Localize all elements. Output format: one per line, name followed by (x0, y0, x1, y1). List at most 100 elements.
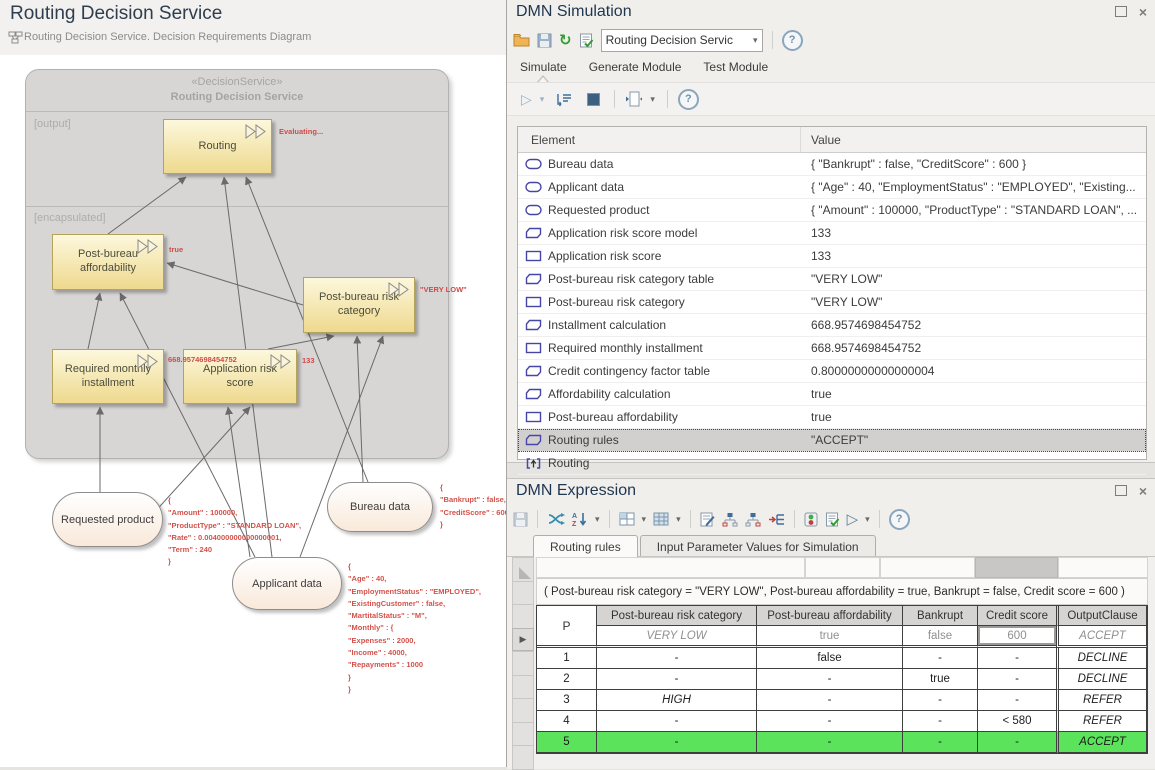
rule-output-cell[interactable]: DECLINE (1056, 648, 1147, 669)
run-simulation-button[interactable]: ▷ (521, 90, 532, 108)
run-expression-button[interactable]: ▷ (847, 510, 859, 528)
run-options-caret[interactable]: ▾ (540, 94, 545, 105)
sort-icon[interactable]: AZ (572, 510, 588, 528)
float-window-button[interactable] (1115, 485, 1127, 496)
rule-input-cell[interactable]: - (903, 648, 978, 669)
add-output-node-icon[interactable] (745, 510, 761, 528)
table-row[interactable]: Affordability calculationtrue (518, 383, 1146, 406)
hit-policy-cell[interactable]: P (537, 606, 597, 648)
rule-input-cell[interactable]: - (597, 732, 757, 753)
column-element[interactable]: Element (518, 127, 801, 152)
rule-input-cell[interactable]: < 580 (978, 711, 1056, 732)
column-header[interactable]: Credit score (978, 606, 1056, 626)
node-required-monthly-installment[interactable]: Required monthly installment (52, 349, 164, 404)
rule-input-cell[interactable]: - (978, 669, 1056, 690)
invocation-context[interactable]: ( Post-bureau risk category = "VERY LOW"… (536, 578, 1148, 605)
rule-output-cell[interactable]: ACCEPT (1056, 732, 1147, 753)
tab-test-module[interactable]: Test Module (703, 60, 768, 74)
table-row[interactable]: Bureau data{ "Bankrupt" : false, "Credit… (518, 153, 1146, 176)
rule-input-cell[interactable]: - (978, 732, 1056, 753)
table-row[interactable]: Applicant data{ "Age" : 40, "EmploymentS… (518, 176, 1146, 199)
row-header-cell[interactable] (512, 651, 534, 676)
tab-generate-module[interactable]: Generate Module (589, 60, 682, 74)
close-icon[interactable]: × (1139, 486, 1147, 496)
help-icon[interactable]: ? (678, 89, 699, 110)
current-output-cell[interactable]: ACCEPT (1056, 626, 1147, 648)
rule-input-cell[interactable]: - (757, 690, 903, 711)
run-expression-caret[interactable]: ▾ (865, 514, 870, 525)
current-value-cell[interactable]: VERY LOW (597, 626, 757, 648)
column-header-output[interactable]: OutputClause (1056, 606, 1147, 626)
row-header-cell[interactable] (512, 698, 534, 723)
rule-output-cell[interactable]: REFER (1056, 690, 1147, 711)
node-post-bureau-affordability[interactable]: Post-bureau affordability (52, 234, 164, 290)
refresh-icon[interactable]: ↻ (559, 31, 572, 49)
rule-number-cell[interactable]: 1 (537, 648, 597, 669)
rule-input-cell[interactable]: - (903, 711, 978, 732)
stop-icon[interactable] (587, 93, 600, 106)
validation-status-icon[interactable] (804, 510, 818, 528)
rule-number-cell[interactable]: 2 (537, 669, 597, 690)
node-requested-product[interactable]: Requested product (52, 492, 163, 547)
node-bureau-data[interactable]: Bureau data (327, 482, 433, 532)
select-all-corner[interactable] (512, 557, 534, 582)
grid-options-caret[interactable]: ▾ (676, 514, 681, 525)
column-value[interactable]: Value (801, 133, 841, 147)
table-row[interactable]: Post-bureau risk category"VERY LOW" (518, 291, 1146, 314)
table-row[interactable]: Routing (518, 452, 1146, 475)
table-row[interactable]: Post-bureau affordabilitytrue (518, 406, 1146, 429)
row-header-cell[interactable] (512, 581, 534, 606)
current-value-cell[interactable]: false (903, 626, 978, 648)
row-header-cell[interactable] (512, 722, 534, 747)
rule-input-cell[interactable]: - (597, 669, 757, 690)
table-layout-caret[interactable]: ▾ (642, 514, 647, 525)
row-header-cell[interactable] (512, 604, 534, 629)
rule-number-cell[interactable]: 5 (537, 732, 597, 753)
merge-expression-icon[interactable] (768, 510, 785, 528)
rule-output-cell[interactable]: DECLINE (1056, 669, 1147, 690)
swap-inputs-icon[interactable] (547, 510, 565, 528)
rule-input-cell[interactable]: - (903, 732, 978, 753)
rule-input-cell[interactable]: - (978, 690, 1056, 711)
table-row[interactable]: Application risk score model133 (518, 222, 1146, 245)
save-icon[interactable] (513, 510, 528, 528)
current-value-cell-selected[interactable]: 600 (978, 626, 1056, 648)
column-header-cell[interactable] (880, 557, 975, 578)
table-row[interactable]: Credit contingency factor table0.8000000… (518, 360, 1146, 383)
rule-input-cell[interactable]: - (597, 711, 757, 732)
validate-icon[interactable] (579, 31, 594, 49)
table-row[interactable]: Post-bureau risk category table"VERY LOW… (518, 268, 1146, 291)
rule-input-cell[interactable]: false (757, 648, 903, 669)
validate-expression-icon[interactable] (825, 510, 840, 528)
decision-service-select[interactable]: Routing Decision Servic ▾ (601, 29, 763, 52)
tab-simulate[interactable]: Simulate (520, 60, 567, 74)
node-post-bureau-risk-category[interactable]: Post-bureau risk category (303, 277, 415, 333)
rule-input-cell[interactable]: true (903, 669, 978, 690)
rule-input-cell[interactable]: - (757, 669, 903, 690)
table-row[interactable]: Requested product{ "Amount" : 100000, "P… (518, 199, 1146, 222)
table-row[interactable]: Application risk score133 (518, 245, 1146, 268)
column-header-cell[interactable] (536, 557, 805, 578)
rule-input-cell[interactable]: - (978, 648, 1056, 669)
rule-input-cell[interactable]: - (757, 732, 903, 753)
table-row[interactable]: Routing rules"ACCEPT" (518, 429, 1146, 452)
column-header[interactable]: Post-bureau affordability (757, 606, 903, 626)
current-value-cell[interactable]: true (757, 626, 903, 648)
diagram-canvas[interactable]: «DecisionService» Routing Decision Servi… (0, 55, 506, 767)
open-folder-icon[interactable] (513, 31, 530, 49)
close-icon[interactable]: × (1139, 7, 1147, 17)
tab-input-parameter-values[interactable]: Input Parameter Values for Simulation (640, 535, 876, 557)
column-header-cell[interactable] (805, 557, 880, 578)
add-input-node-icon[interactable] (722, 510, 738, 528)
sort-options-caret[interactable]: ▾ (595, 514, 600, 525)
column-header[interactable]: Bankrupt (903, 606, 978, 626)
tab-routing-rules[interactable]: Routing rules (533, 535, 638, 557)
column-header[interactable]: Post-bureau risk category (597, 606, 757, 626)
float-window-button[interactable] (1115, 6, 1127, 17)
node-routing[interactable]: Routing (163, 119, 272, 174)
table-row[interactable]: Installment calculation668.9574698454752 (518, 314, 1146, 337)
rule-number-cell[interactable]: 3 (537, 690, 597, 711)
row-header-cell[interactable] (512, 675, 534, 700)
step-over-icon[interactable] (556, 90, 573, 108)
row-header-cell[interactable] (512, 745, 534, 770)
